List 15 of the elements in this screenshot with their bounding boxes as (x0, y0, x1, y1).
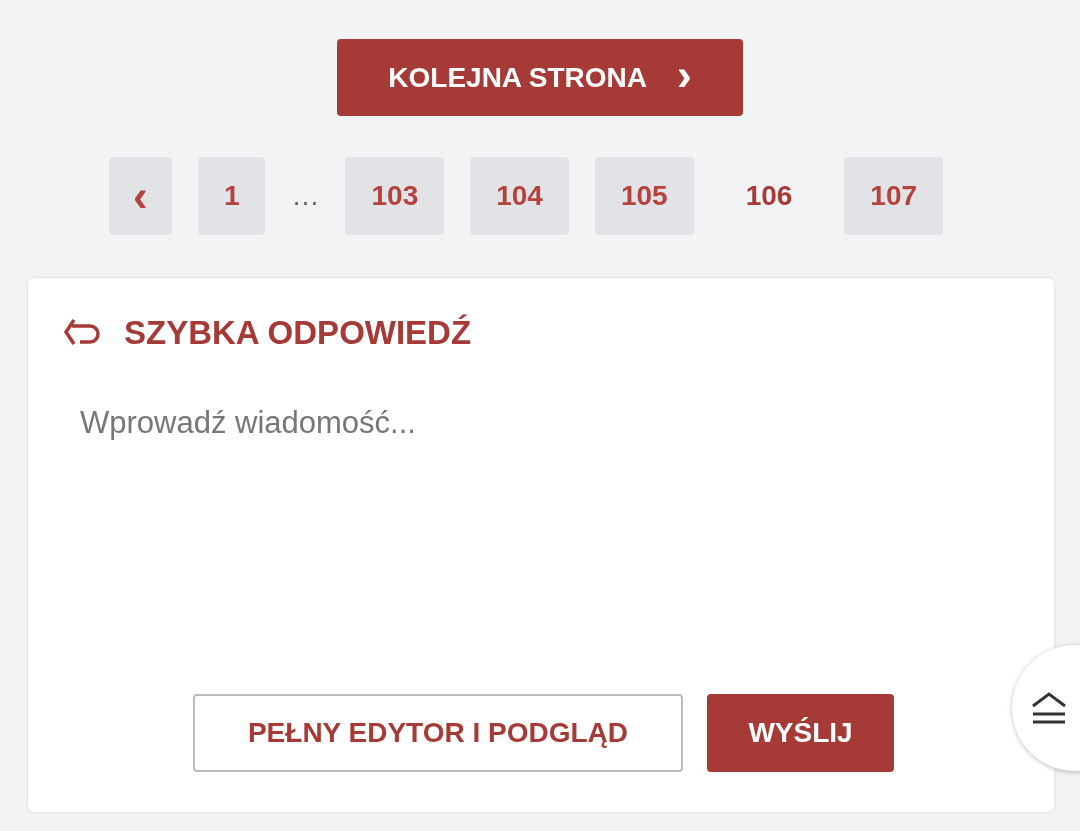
page-button[interactable]: 107 (844, 157, 944, 235)
full-editor-button[interactable]: PEŁNY EDYTOR I PODGLĄD (193, 694, 683, 772)
next-page-button[interactable]: KOLEJNA STRONA › (337, 39, 743, 116)
send-button[interactable]: WYŚLIJ (707, 694, 894, 772)
ellipsis: … (291, 179, 320, 213)
quick-reply-card[interactable]: SZYBKA ODPOWIEDŹ Wprowadź wiadomość... PEŁNY EDYTOR I PODGLĄD WYŚLIJ (28, 278, 1054, 812)
previous-page-button[interactable]: ‹ (108, 157, 172, 235)
page-button[interactable]: 105 (594, 157, 694, 235)
double-caret-up-icon (1030, 690, 1068, 726)
reply-icon (62, 317, 100, 348)
page-button[interactable]: 1 (197, 157, 266, 235)
quick-reply-title: SZYBKA ODPOWIEDŹ (124, 313, 472, 353)
page-button[interactable]: 104 (470, 157, 569, 235)
page-button[interactable]: 103 (345, 157, 445, 235)
page-button[interactable]: 106 (719, 157, 819, 235)
